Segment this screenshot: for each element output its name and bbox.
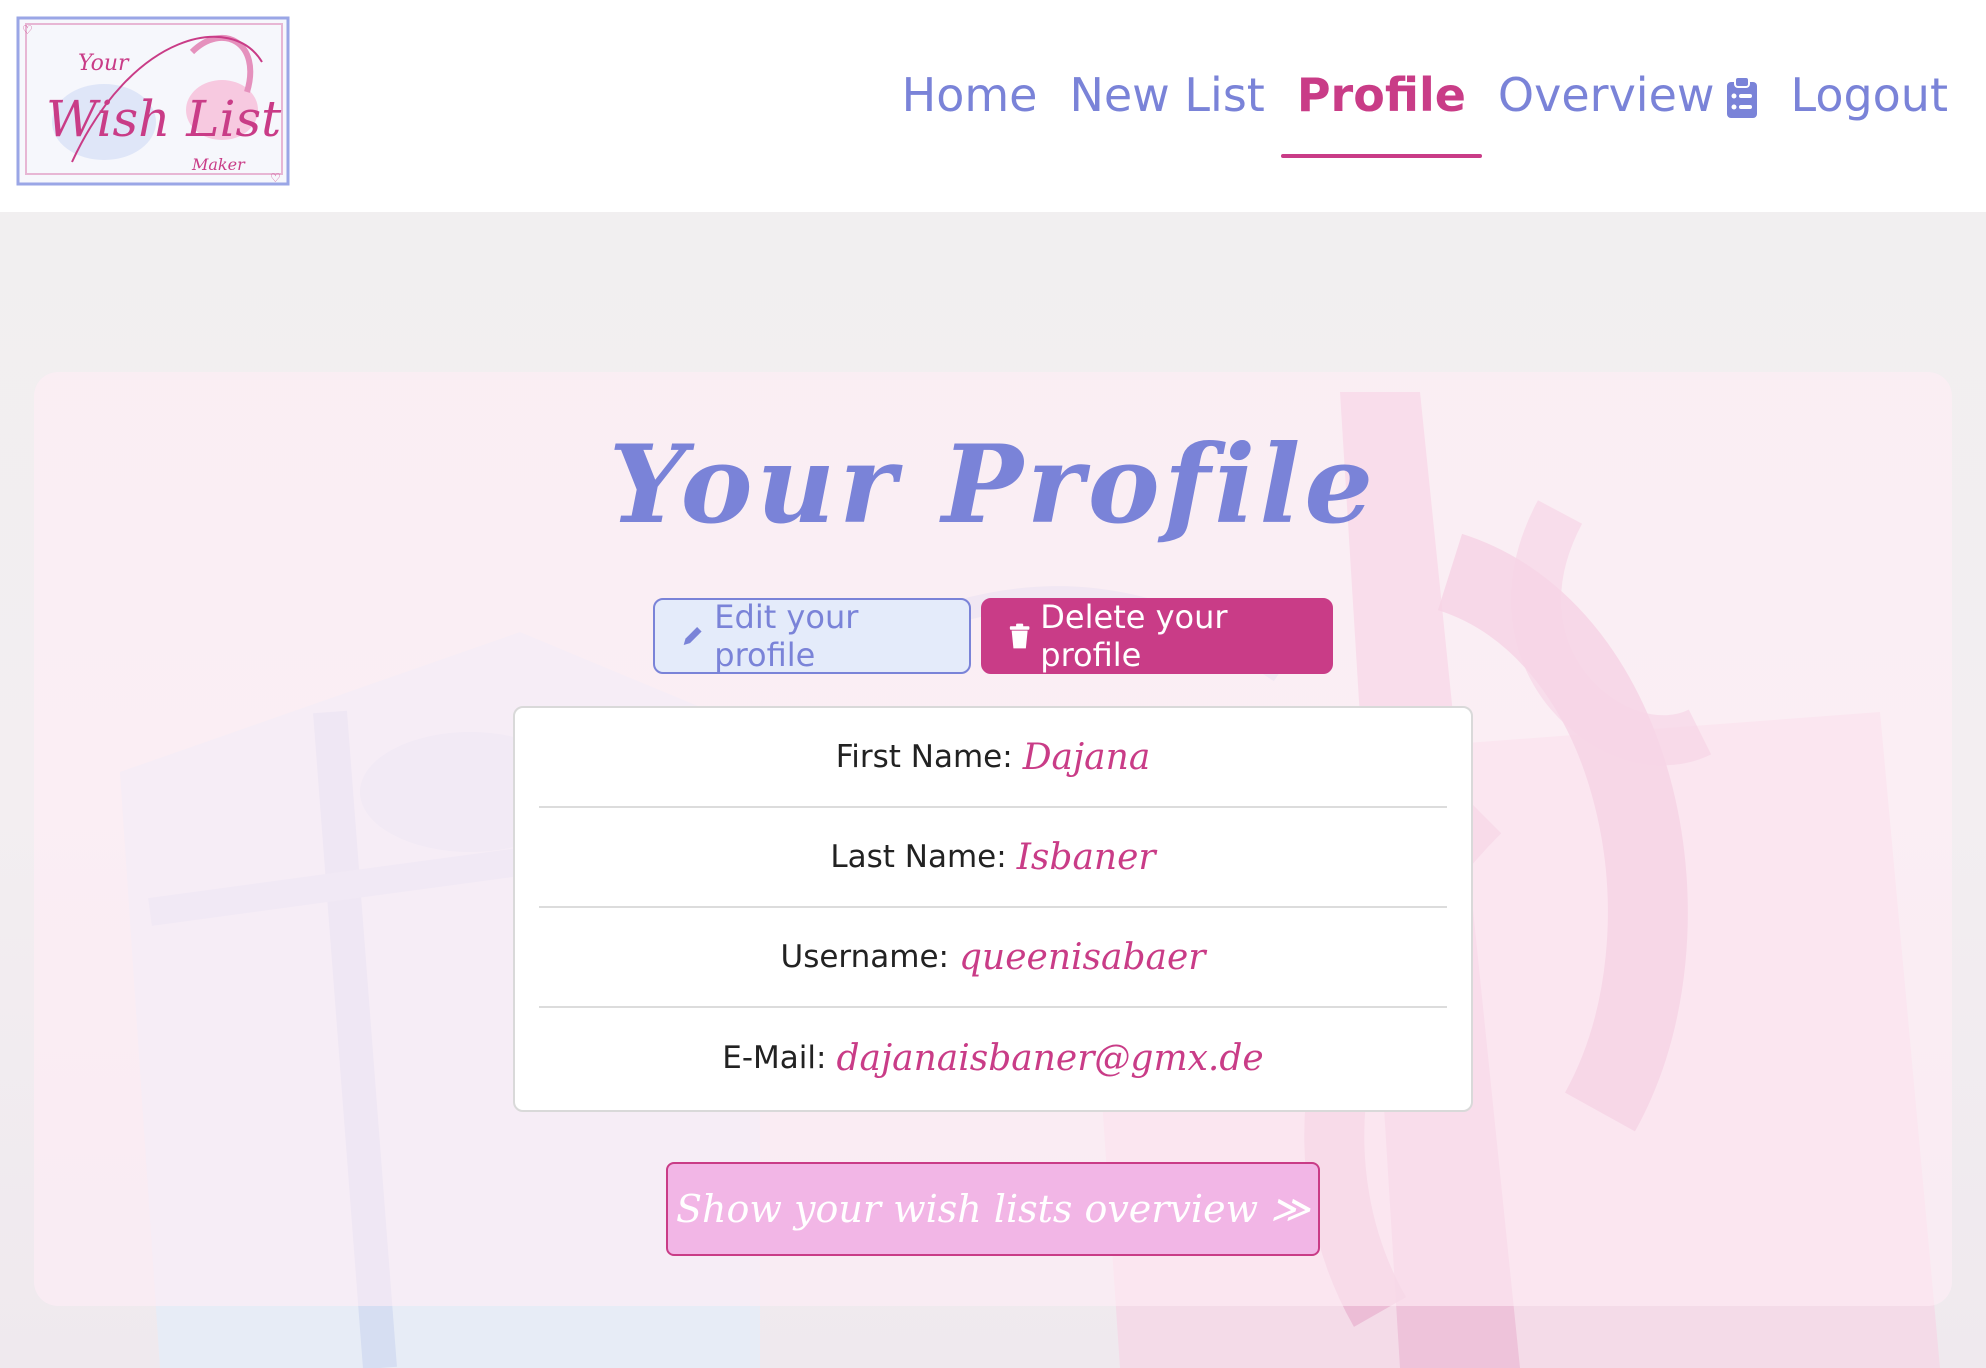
first-name-value: Dajana bbox=[1022, 736, 1151, 778]
email-label: E-Mail: bbox=[722, 1040, 827, 1076]
profile-actions: Edit your profile Delete your profile bbox=[34, 598, 1952, 674]
nav-links: Home New List Profile Overview Logout bbox=[886, 60, 1965, 158]
trash-icon bbox=[1009, 623, 1030, 649]
username-label: Username: bbox=[780, 939, 949, 975]
nav-overview[interactable]: Overview bbox=[1482, 60, 1775, 152]
nav-logout[interactable]: Logout bbox=[1775, 60, 1965, 152]
delete-profile-label: Delete your profile bbox=[1040, 598, 1228, 674]
username-row: Username: queenisabaer bbox=[539, 908, 1447, 1008]
email-value: dajanaisbaner@gmx.de bbox=[836, 1037, 1264, 1079]
show-overview-label: Show your wish lists overview ≫ bbox=[676, 1187, 1310, 1231]
logo-line-3: Maker bbox=[191, 155, 246, 174]
edit-profile-button[interactable]: Edit your profile bbox=[653, 598, 971, 674]
profile-details: First Name: Dajana Last Name: Isbaner Us… bbox=[513, 706, 1473, 1112]
last-name-value: Isbaner bbox=[1016, 836, 1156, 878]
username-value: queenisabaer bbox=[958, 936, 1206, 978]
nav-home[interactable]: Home bbox=[886, 60, 1054, 152]
first-name-label: First Name: bbox=[835, 739, 1013, 775]
navbar: Your Wish List Maker ♡ ♡ Home New List P… bbox=[0, 0, 1986, 212]
email-row: E-Mail: dajanaisbaner@gmx.de bbox=[539, 1008, 1447, 1108]
logo-line-1: Your bbox=[78, 51, 130, 76]
delete-profile-button[interactable]: Delete your profile bbox=[981, 598, 1333, 674]
first-name-row: First Name: Dajana bbox=[539, 708, 1447, 808]
logo-line-2: Wish List bbox=[46, 90, 282, 148]
last-name-row: Last Name: Isbaner bbox=[539, 808, 1447, 908]
nav-overview-label: Overview bbox=[1497, 68, 1715, 122]
clipboard-list-icon bbox=[1726, 76, 1757, 118]
wish-list-logo[interactable]: Your Wish List Maker ♡ ♡ bbox=[12, 12, 294, 192]
page-title: Your Profile bbox=[608, 422, 1378, 548]
logo-image: Your Wish List Maker ♡ ♡ bbox=[16, 16, 290, 186]
show-overview-button[interactable]: Show your wish lists overview ≫ bbox=[666, 1162, 1320, 1256]
profile-card: Your Profile Edit your profile Delete yo… bbox=[34, 372, 1952, 1306]
edit-profile-label: Edit your profile bbox=[714, 598, 859, 674]
nav-profile[interactable]: Profile bbox=[1280, 60, 1482, 158]
last-name-label: Last Name: bbox=[830, 839, 1007, 875]
nav-new-list[interactable]: New List bbox=[1053, 60, 1280, 152]
svg-text:♡: ♡ bbox=[270, 171, 281, 185]
pencil-icon bbox=[683, 627, 702, 645]
svg-text:♡: ♡ bbox=[22, 23, 33, 37]
